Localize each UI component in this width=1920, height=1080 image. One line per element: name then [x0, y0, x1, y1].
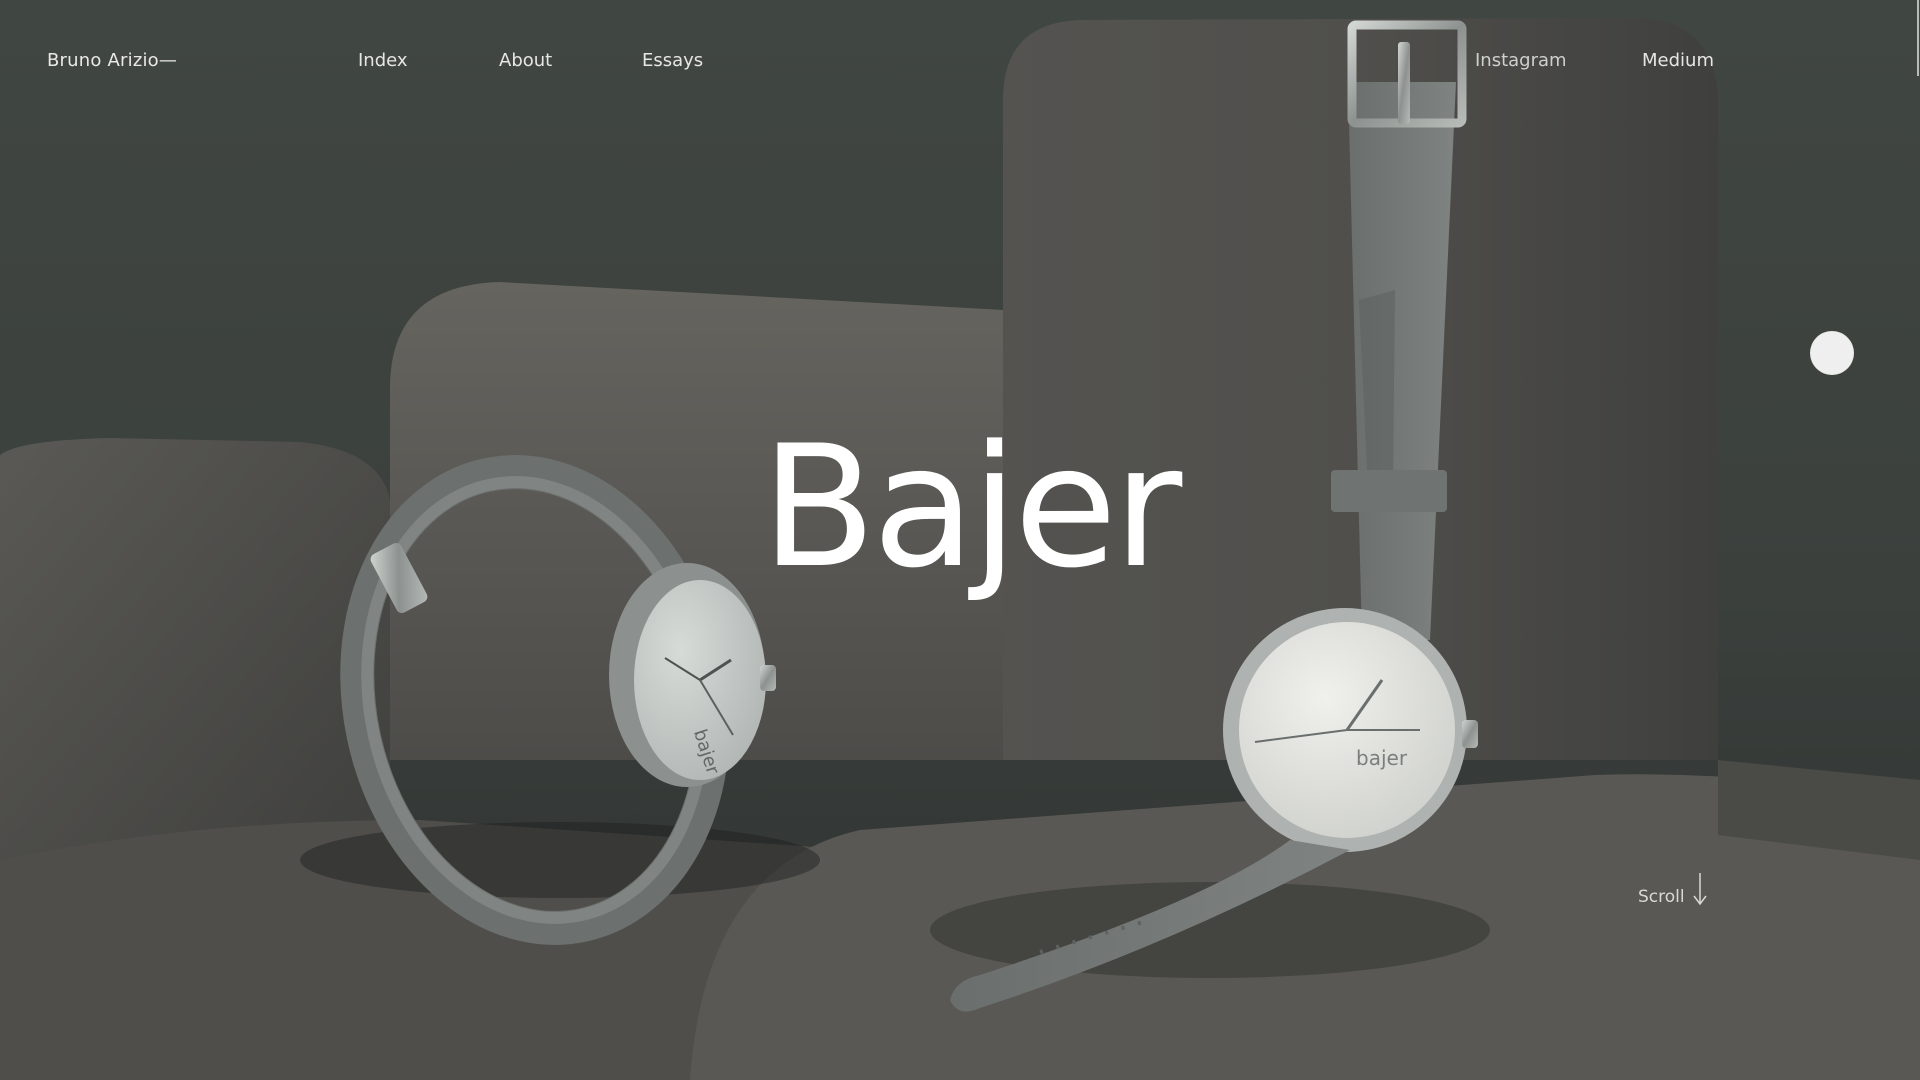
- hero-title: Bajer: [761, 409, 1182, 605]
- arrow-down-icon: [1693, 873, 1707, 906]
- nav-essays-link[interactable]: Essays: [642, 50, 703, 71]
- hero-stage: bajer bajer Bruno Arizio— Index About Es…: [0, 0, 1920, 1080]
- nav-medium-link[interactable]: Medium: [1642, 50, 1714, 71]
- top-navigation: Bruno Arizio— Index About Essays Instagr…: [0, 0, 1920, 120]
- nav-instagram-link[interactable]: Instagram: [1475, 50, 1567, 71]
- slide-indicator-button[interactable]: [1810, 331, 1854, 375]
- nav-about-link[interactable]: About: [499, 50, 552, 71]
- scroll-progress-bar[interactable]: [1917, 0, 1919, 76]
- scroll-label: Scroll: [1638, 887, 1685, 907]
- svg-text:bajer: bajer: [1356, 746, 1408, 770]
- brand-home-link[interactable]: Bruno Arizio—: [47, 50, 177, 71]
- nav-index-link[interactable]: Index: [358, 50, 408, 71]
- scroll-button[interactable]: Scroll: [1638, 872, 1707, 906]
